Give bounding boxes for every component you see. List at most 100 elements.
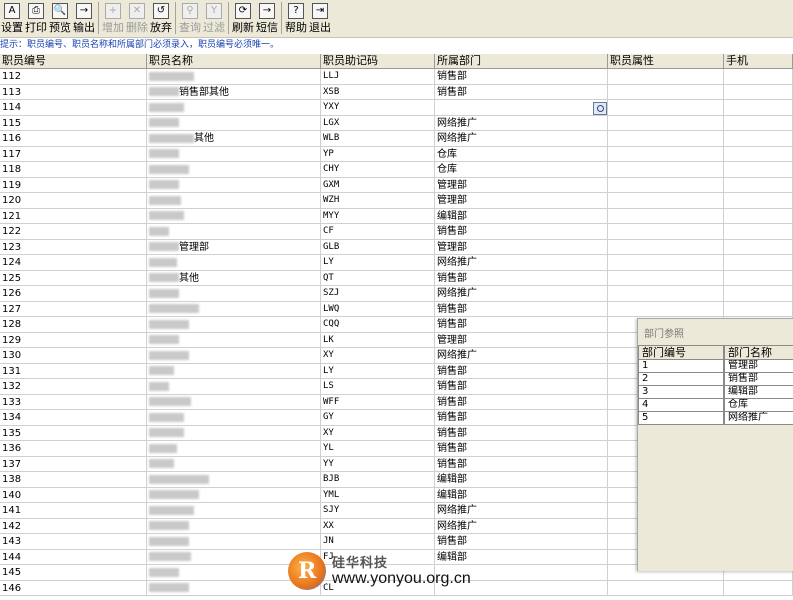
table-cell[interactable] xyxy=(724,224,793,240)
table-cell[interactable]: 138 xyxy=(0,472,147,488)
table-cell[interactable]: 143 xyxy=(0,534,147,550)
table-cell[interactable] xyxy=(724,255,793,271)
table-cell[interactable]: LS xyxy=(321,379,435,395)
table-cell[interactable]: LK xyxy=(321,332,435,348)
table-cell[interactable]: XSB xyxy=(321,84,435,100)
table-cell[interactable] xyxy=(724,239,793,255)
table-row[interactable]: 114 YXY xyxy=(0,100,793,116)
table-cell[interactable] xyxy=(147,100,321,116)
table-cell[interactable]: 其他 xyxy=(147,270,321,286)
table-cell[interactable] xyxy=(724,84,793,100)
table-cell[interactable]: 管理部 xyxy=(435,177,608,193)
table-cell[interactable]: 128 xyxy=(0,317,147,333)
table-cell[interactable]: 115 xyxy=(0,115,147,131)
table-cell[interactable]: 140 xyxy=(0,487,147,503)
dept-list-item[interactable]: 仓库 xyxy=(724,399,793,412)
table-cell[interactable]: GLB xyxy=(321,239,435,255)
table-cell[interactable] xyxy=(608,115,724,131)
column-header[interactable]: 所属部门 xyxy=(435,54,608,69)
table-cell[interactable]: 133 xyxy=(0,394,147,410)
dept-list-item[interactable]: 管理部 xyxy=(724,360,793,373)
dept-list-item[interactable]: 销售部 xyxy=(724,373,793,386)
dept-list-item[interactable]: 5 xyxy=(638,412,724,425)
table-cell[interactable]: 121 xyxy=(0,208,147,224)
table-cell[interactable]: YY xyxy=(321,456,435,472)
table-cell[interactable]: 131 xyxy=(0,363,147,379)
table-cell[interactable]: 管理部 xyxy=(435,239,608,255)
dept-column-header[interactable]: 部门名称 xyxy=(724,345,793,360)
table-cell[interactable] xyxy=(147,193,321,209)
table-cell[interactable]: 146 xyxy=(0,580,147,596)
toolbar-button-1[interactable]: ⎙ 打印 xyxy=(24,0,48,37)
column-header[interactable]: 职员编号 xyxy=(0,54,147,69)
table-cell[interactable] xyxy=(608,100,724,116)
table-cell[interactable]: SZJ xyxy=(321,286,435,302)
table-cell[interactable]: CHY xyxy=(321,162,435,178)
table-cell[interactable]: 137 xyxy=(0,456,147,472)
table-cell[interactable]: YXY xyxy=(321,100,435,116)
table-row[interactable]: 117 YP 仓库 xyxy=(0,146,793,162)
table-cell[interactable] xyxy=(608,239,724,255)
table-cell[interactable]: 123 xyxy=(0,239,147,255)
table-cell[interactable]: 网络推广 xyxy=(435,348,608,364)
table-cell[interactable]: YML xyxy=(321,487,435,503)
toolbar-button-3[interactable]: → 输出 xyxy=(72,0,96,37)
table-row[interactable]: 112 LLJ 销售部 xyxy=(0,69,793,85)
table-cell[interactable]: 132 xyxy=(0,379,147,395)
table-cell[interactable] xyxy=(147,534,321,550)
table-cell[interactable] xyxy=(724,162,793,178)
table-cell[interactable] xyxy=(608,270,724,286)
table-cell[interactable]: 网络推广 xyxy=(435,255,608,271)
table-cell[interactable]: 销售部 xyxy=(435,84,608,100)
table-cell[interactable] xyxy=(147,146,321,162)
table-cell[interactable] xyxy=(608,208,724,224)
table-cell[interactable] xyxy=(724,580,793,596)
table-cell[interactable] xyxy=(724,69,793,85)
table-cell[interactable]: WLB xyxy=(321,131,435,147)
table-row[interactable]: 113 销售部其他 XSB 销售部 xyxy=(0,84,793,100)
dept-list-item[interactable]: 1 xyxy=(638,360,724,373)
dept-list-item[interactable]: 2 xyxy=(638,373,724,386)
table-cell[interactable]: BJB xyxy=(321,472,435,488)
dept-list-item[interactable]: 编辑部 xyxy=(724,386,793,399)
table-cell[interactable] xyxy=(147,518,321,534)
table-cell[interactable]: 网络推广 xyxy=(435,518,608,534)
dept-list-item[interactable]: 网络推广 xyxy=(724,412,793,425)
table-cell[interactable]: 编辑部 xyxy=(435,472,608,488)
table-cell[interactable] xyxy=(147,332,321,348)
table-cell[interactable]: 销售部 xyxy=(435,534,608,550)
table-cell[interactable]: YL xyxy=(321,441,435,457)
table-cell[interactable]: 144 xyxy=(0,549,147,565)
toolbar-button-6[interactable]: ↺ 放弃 xyxy=(149,0,173,37)
table-cell[interactable]: LLJ xyxy=(321,69,435,85)
table-cell[interactable] xyxy=(147,162,321,178)
toolbar-button-11[interactable]: ? 帮助 xyxy=(284,0,308,37)
table-cell[interactable]: 130 xyxy=(0,348,147,364)
table-cell[interactable]: 管理部 xyxy=(435,193,608,209)
table-cell[interactable]: 125 xyxy=(0,270,147,286)
table-cell[interactable] xyxy=(435,100,608,116)
table-cell[interactable] xyxy=(608,255,724,271)
table-cell[interactable]: CQQ xyxy=(321,317,435,333)
table-cell[interactable] xyxy=(147,472,321,488)
toolbar-button-12[interactable]: ⇥ 退出 xyxy=(308,0,332,37)
table-cell[interactable]: 销售部其他 xyxy=(147,84,321,100)
table-cell[interactable]: JN xyxy=(321,534,435,550)
table-cell[interactable]: 销售部 xyxy=(435,425,608,441)
table-cell[interactable] xyxy=(608,162,724,178)
table-cell[interactable]: XX xyxy=(321,518,435,534)
column-header[interactable]: 职员属性 xyxy=(608,54,724,69)
table-row[interactable]: 126 SZJ 网络推广 xyxy=(0,286,793,302)
table-cell[interactable] xyxy=(724,270,793,286)
table-cell[interactable] xyxy=(147,177,321,193)
table-cell[interactable]: 销售部 xyxy=(435,379,608,395)
table-cell[interactable] xyxy=(724,208,793,224)
toolbar-button-9[interactable]: ⟳ 刷新 xyxy=(231,0,255,37)
table-cell[interactable] xyxy=(147,379,321,395)
table-cell[interactable] xyxy=(724,286,793,302)
dept-lookup-icon[interactable] xyxy=(593,102,607,115)
table-cell[interactable]: 管理部 xyxy=(435,332,608,348)
table-row[interactable]: 127 LWQ 销售部 xyxy=(0,301,793,317)
table-row[interactable]: 119 GXM 管理部 xyxy=(0,177,793,193)
table-cell[interactable] xyxy=(147,115,321,131)
